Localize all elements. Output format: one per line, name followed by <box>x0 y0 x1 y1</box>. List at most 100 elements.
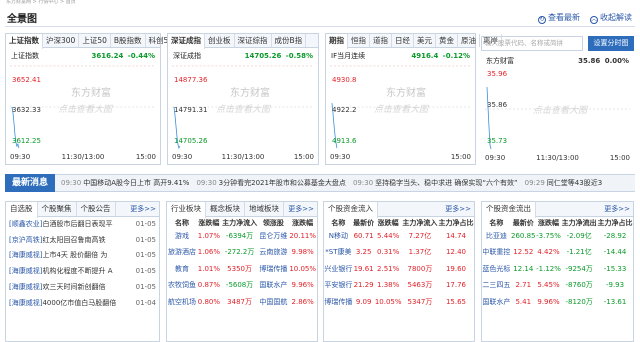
stock-tag[interactable]: [顺鑫农业] <box>9 220 42 228</box>
tab-sh-index[interactable]: 上证指数 <box>6 34 43 49</box>
tab-gem[interactable]: 创业板 <box>205 34 235 47</box>
news-headline[interactable]: 红太阳回召鲁南高铁 <box>42 236 105 244</box>
value-cell: 260.85 <box>511 231 536 240</box>
news-list-item[interactable]: [海康威视]机构化程度不断提升 A 01-05 <box>6 264 159 280</box>
stock-name-cell[interactable]: *ST康美 <box>324 244 353 261</box>
stock-name-cell[interactable]: 博瑞传播 <box>324 294 353 311</box>
table-row[interactable]: 兴业银行 19.61 2.51% 7800万 19.60 <box>324 261 474 278</box>
news-headline[interactable]: 欢三天时间新创翻倍 <box>42 283 105 291</box>
table-row[interactable]: 蓝色光标 12.14 -1.12% -9254万 -15.33 <box>482 261 633 278</box>
stock-name-cell[interactable]: 航空机场 <box>167 294 197 311</box>
tab-sz50[interactable]: 上证50 <box>79 34 111 47</box>
table-row[interactable]: 教育 1.01% 5350万 博瑞传播 10.05% <box>167 261 317 278</box>
tab-industry[interactable]: 行业板块 <box>167 202 206 218</box>
tab-flow-out[interactable]: 个股资金流出 <box>482 202 536 218</box>
view-latest-link[interactable]: ↻ 查看最新 <box>538 12 580 24</box>
tab-watchlist[interactable]: 自选股 <box>6 202 38 218</box>
more-link[interactable]: 更多>> <box>445 202 471 216</box>
more-link[interactable]: 更多>> <box>604 202 630 216</box>
stock-name-cell[interactable]: N移动 <box>324 228 353 245</box>
value-cell: 12.40 <box>445 248 466 257</box>
collapse-link[interactable]: ︿ 收起解读 <box>590 12 632 24</box>
table-row[interactable]: 旅游酒店 1.06% -272.2万 云南旅游 9.98% <box>167 244 317 261</box>
stock-name-cell[interactable]: 农牧饲鱼 <box>167 277 197 294</box>
table-row[interactable]: 游戏 1.07% -6394万 昆仑万维 20.11% <box>167 228 317 245</box>
table-row[interactable]: N移动 60.71 5.44% 7.27亿 14.74 <box>324 228 474 245</box>
news-headline[interactable]: 机构化程度不断提升 A <box>42 267 112 275</box>
value-cell: 5.44% <box>377 231 400 240</box>
stock-name-cell[interactable]: 国联水产 <box>258 277 288 294</box>
stock-name-cell[interactable]: 昆仑万维 <box>258 228 288 245</box>
value-cell: -13.61 <box>603 297 627 306</box>
stock-name-cell[interactable]: 云南旅游 <box>258 244 288 261</box>
index-change: -0.44% <box>127 52 155 60</box>
stock-name-cell[interactable]: 平安银行 <box>324 277 353 294</box>
stock-name-cell[interactable]: 二三四五 <box>482 277 511 294</box>
tab-index-futures[interactable]: 期指 <box>326 34 348 49</box>
news-headline[interactable]: 上市4天 股价翻倍 为 <box>42 251 107 259</box>
tab-b-index[interactable]: B股指数 <box>111 34 146 47</box>
news-list-item[interactable]: [顺鑫农业]白酒股市后翻日表现平 01-05 <box>6 217 159 233</box>
table-row[interactable]: *ST康美 3.25 0.31% 1.37亿 12.40 <box>324 244 474 261</box>
stock-tag[interactable]: [海康威视] <box>9 283 42 291</box>
more-link[interactable]: 更多>> <box>288 202 314 216</box>
tab-hs300[interactable]: 沪深300 <box>43 34 80 47</box>
table-row[interactable]: 博瑞传播 9.09 10.05% 5347万 15.65 <box>324 294 474 311</box>
tab-b-component[interactable]: 成份B指 <box>272 34 307 47</box>
stock-name-cell[interactable]: 游戏 <box>167 228 197 245</box>
stock-name-cell[interactable]: 蓝色光标 <box>482 261 511 278</box>
stock-name-cell[interactable]: 兴业银行 <box>324 261 353 278</box>
stock-tag[interactable]: [京沪高铁] <box>9 236 42 244</box>
tab-sz-composite[interactable]: 深证综指 <box>235 34 272 47</box>
news-item[interactable]: 09:30 中国移动A股今日上市 高开9.41% <box>61 178 189 188</box>
table-row[interactable]: 比亚迪 260.85 -3.75% -2.09亿 -28.92 <box>482 228 633 245</box>
stock-tag[interactable]: [海康威视] <box>9 267 42 275</box>
tab-sz-index[interactable]: 深证成指 <box>168 34 205 49</box>
more-link[interactable]: 更多>> <box>130 202 156 216</box>
news-headline[interactable]: 白酒股市后翻日表现平 <box>42 220 112 228</box>
tab-hsi[interactable]: 恒指 <box>348 34 370 47</box>
news-time: 09:30 <box>61 179 82 187</box>
table-row[interactable]: 平安银行 21.29 1.38% 5463万 17.76 <box>324 277 474 294</box>
news-headline[interactable]: 4000亿市值白马股翻倍 <box>42 299 116 307</box>
stock-search-input[interactable]: 输入股票代码、名称或简拼 <box>481 36 583 51</box>
value-cell: 9.96% <box>537 297 560 306</box>
tab-stock-focus[interactable]: 个股聚焦 <box>38 202 77 216</box>
news-list-item[interactable]: [海康威视]上市4天 股价翻倍 为 01-05 <box>6 248 159 265</box>
tab-oil[interactable]: 原油 <box>458 34 480 47</box>
news-list-item[interactable]: [京沪高铁]红太阳回召鲁南高铁 01-05 <box>6 232 159 249</box>
table-row[interactable]: 二三四五 2.71 5.45% -8760万 -9.93 <box>482 277 633 294</box>
news-list-item[interactable]: [海康威视]4000亿市值白马股翻倍 01-04 <box>6 295 159 312</box>
stock-tag[interactable]: [海康威视] <box>9 299 42 307</box>
stock-name-cell[interactable]: 国联水产 <box>482 294 511 311</box>
tab-announcements[interactable]: 个股公告 <box>77 202 116 216</box>
chart-panel-shenzhen: 深证成指 创业板 深证综指 成份B指 深证成指 14705.26 -0.58% … <box>167 33 319 165</box>
stock-tag[interactable]: [海康威视] <box>9 251 42 259</box>
tab-region[interactable]: 地域板块 <box>245 202 284 216</box>
tab-nikkei[interactable]: 日经 <box>392 34 414 47</box>
tab-gold[interactable]: 黄金 <box>436 34 458 47</box>
stock-name-cell[interactable]: 中国国航 <box>258 294 288 311</box>
x-tick: 11:30/13:00 <box>221 153 265 161</box>
stock-name-cell[interactable]: 教育 <box>167 261 197 278</box>
table-row[interactable]: 中联重控 12.52 4.42% -1.21亿 -14.44 <box>482 244 633 261</box>
news-date: 01-05 <box>133 248 156 265</box>
news-item[interactable]: 09:30 坚持稳字当头、稳中求进 确保实现“六个有效” <box>353 178 518 188</box>
stock-name-cell[interactable]: 中联重控 <box>482 244 511 261</box>
set-chart-button[interactable]: 设置分时图 <box>588 36 634 51</box>
stock-name-cell[interactable]: 旅游酒店 <box>167 244 197 261</box>
table-row[interactable]: 农牧饲鱼 0.87% -5608万 国联水产 9.96% <box>167 277 317 294</box>
tab-concept[interactable]: 概念板块 <box>206 202 245 216</box>
table-row[interactable]: 国联水产 5.41 9.96% -8120万 -13.61 <box>482 294 633 311</box>
chevron-up-icon: ︿ <box>590 16 598 24</box>
news-item[interactable]: 09:30 3分钟看完2021年股市和公募基金大盘点 <box>196 178 345 188</box>
stock-name-cell[interactable]: 博瑞传播 <box>258 261 288 278</box>
news-item[interactable]: 09:29 同仁堂等43股近3 <box>525 178 603 188</box>
tab-dow[interactable]: 道指 <box>370 34 392 47</box>
index-price: 4916.4 <box>411 52 439 60</box>
tab-flow-in[interactable]: 个股资金流入 <box>324 202 378 218</box>
news-list-item[interactable]: [海康威视]欢三天时间新创翻倍 01-05 <box>6 279 159 296</box>
stock-name-cell[interactable]: 比亚迪 <box>482 228 511 245</box>
table-row[interactable]: 航空机场 0.80% 3487万 中国国航 2.86% <box>167 294 317 311</box>
tab-usd[interactable]: 美元 <box>414 34 436 47</box>
